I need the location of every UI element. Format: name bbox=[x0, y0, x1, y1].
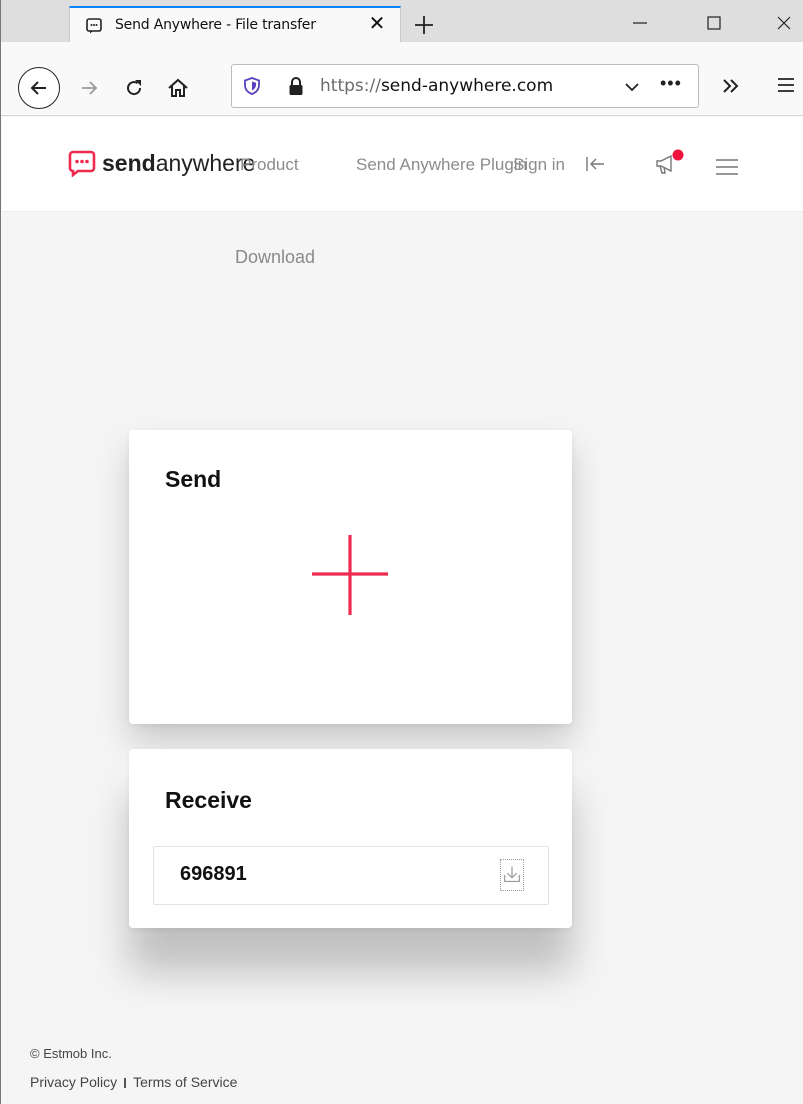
nav-product[interactable]: Product bbox=[240, 155, 299, 175]
url-protocol: https:// bbox=[320, 76, 381, 96]
back-icon bbox=[30, 81, 46, 95]
hamburger-icon[interactable] bbox=[775, 74, 797, 96]
back-button[interactable] bbox=[18, 67, 60, 109]
overflow-icon[interactable] bbox=[719, 74, 743, 98]
footer-links: Privacy Policy Terms of Service bbox=[30, 1074, 237, 1090]
nav-plugin[interactable]: Send Anywhere Plugin bbox=[356, 155, 527, 175]
tab-send-anywhere[interactable]: Send Anywhere - File transfer ✕ bbox=[69, 6, 401, 42]
receive-title: Receive bbox=[165, 787, 252, 813]
send-title: Send bbox=[165, 466, 222, 492]
url-host: send-anywhere.com bbox=[380, 76, 554, 96]
address-bar[interactable]: https://send-anywhere.com ••• bbox=[231, 64, 699, 108]
new-tab-icon[interactable] bbox=[411, 12, 437, 38]
url-text[interactable]: https://send-anywhere.com bbox=[320, 76, 553, 96]
logo-text: sendanywhere bbox=[102, 150, 255, 177]
add-file-icon[interactable] bbox=[310, 535, 390, 615]
lock-icon[interactable] bbox=[288, 76, 304, 96]
reload-icon[interactable] bbox=[122, 76, 146, 100]
footer-separator bbox=[124, 1078, 127, 1089]
download-link[interactable]: Download bbox=[235, 247, 315, 268]
window-close-icon[interactable] bbox=[773, 12, 795, 34]
megaphone-icon[interactable] bbox=[654, 149, 684, 177]
privacy-policy-link[interactable]: Privacy Policy bbox=[30, 1074, 117, 1090]
maximize-icon[interactable] bbox=[703, 12, 725, 34]
receive-key-field[interactable] bbox=[153, 846, 549, 905]
minimize-icon[interactable] bbox=[629, 12, 651, 34]
download-icon[interactable] bbox=[500, 859, 524, 891]
forward-icon[interactable] bbox=[77, 76, 101, 100]
collapse-icon[interactable] bbox=[584, 153, 606, 175]
send-card: Send bbox=[129, 430, 572, 724]
logo[interactable]: sendanywhere bbox=[68, 145, 255, 181]
receive-key-input[interactable] bbox=[180, 863, 480, 886]
footer-copyright: © Estmob Inc. bbox=[30, 1046, 112, 1061]
tab-strip: Send Anywhere - File transfer ✕ bbox=[1, 0, 803, 42]
receive-card: Receive bbox=[129, 749, 572, 928]
home-icon[interactable] bbox=[166, 76, 190, 100]
navigation-toolbar: https://send-anywhere.com ••• bbox=[1, 42, 803, 116]
page-content: sendanywhere Product Send Anywhere Plugi… bbox=[2, 117, 803, 1104]
more-icon[interactable]: ••• bbox=[660, 73, 682, 94]
menu-icon[interactable] bbox=[715, 157, 739, 177]
chevron-down-icon[interactable] bbox=[624, 79, 640, 95]
nav-signin[interactable]: Sign in bbox=[513, 155, 565, 175]
close-icon[interactable]: ✕ bbox=[366, 13, 388, 35]
send-anywhere-logo-icon bbox=[68, 150, 96, 177]
logo-text-bold: send bbox=[102, 149, 156, 176]
shield-icon[interactable] bbox=[244, 77, 260, 95]
tab-title: Send Anywhere - File transfer bbox=[115, 17, 316, 33]
site-header: sendanywhere Product Send Anywhere Plugi… bbox=[2, 117, 803, 212]
terms-of-service-link[interactable]: Terms of Service bbox=[133, 1074, 237, 1090]
browser-window: Send Anywhere - File transfer ✕ https://… bbox=[0, 0, 803, 1104]
favicon-icon bbox=[86, 18, 102, 34]
